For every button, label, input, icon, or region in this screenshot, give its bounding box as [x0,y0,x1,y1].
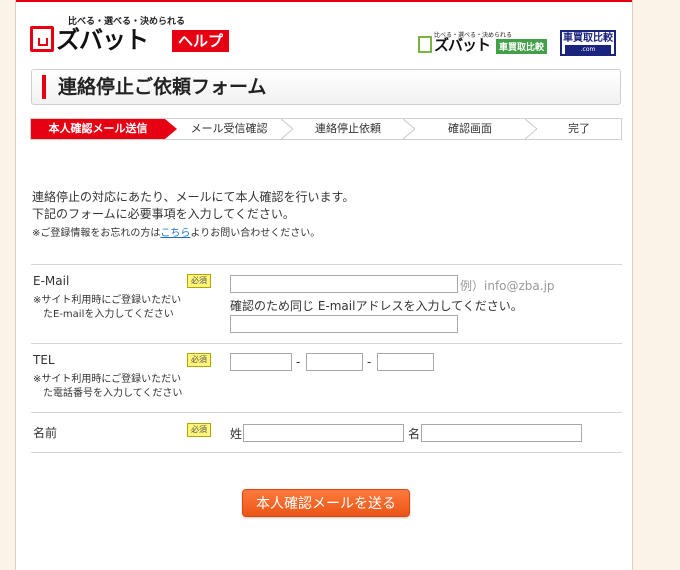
email-confirm-input[interactable] [230,315,458,333]
tel-input-2[interactable] [306,353,363,371]
tel-separator: - [296,355,301,369]
form-divider [31,452,622,453]
page-title-box: 連絡停止ご依頼フォーム [31,69,621,105]
logo-brand: ズバット [56,26,149,54]
step-arrow-icon [403,119,415,139]
tel-label: TEL [33,353,55,367]
intro-note-after: よりお問い合わせください。 [190,228,321,239]
zubat-car-logo[interactable]: 比べる・選べる・決められる ズバット 車買取比較 [418,30,552,56]
mei-input[interactable] [421,424,582,442]
name-label: 名前 [33,426,58,440]
step-arrow-icon [525,119,537,139]
form-divider [31,343,622,344]
send-verification-button[interactable]: 本人確認メールを送る [242,489,410,517]
intro-note: ※ご登録情報をお忘れの方はこちらよりお問い合わせください。 [32,224,320,239]
car-kaitori-logo[interactable]: 車買取比較 .com [560,30,616,56]
mei-label: 名 [408,427,421,441]
logo-mark-icon [30,26,54,52]
step-stop-request: 連絡停止依頼 [315,122,381,135]
form-divider [31,264,622,265]
step-complete: 完了 [568,122,590,135]
required-badge: 必須 [187,423,211,437]
step-arrow-active-icon [165,119,177,139]
tel-note-2: た電話番号を入力してください [43,388,183,399]
step-arrow-icon [281,119,293,139]
form-divider [31,412,622,413]
intro-note-before: ※ご登録情報をお忘れの方は [32,228,161,239]
email-label: E-Mail [33,274,70,288]
step-receive-mail: メール受信確認 [190,122,268,135]
required-badge: 必須 [187,274,211,288]
contact-link[interactable]: こちら [160,228,190,239]
page-title: 連絡停止ご依頼フォーム [58,76,267,98]
help-badge: ヘルプ [172,30,230,52]
email-note-2: たE-mailを入力してください [43,309,174,320]
partner-mark-icon [418,36,432,53]
sei-input[interactable] [243,424,404,442]
email-input[interactable] [230,275,458,293]
car-kaitori-sub: .com [565,45,611,54]
email-example: 例）info@zba.jp [460,279,555,293]
partner-brand: ズバット [434,36,491,54]
page-container: 比べる・選べる・決められる ズバット ヘルプ 比べる・選べる・決められる ズバッ… [15,0,633,570]
tel-input-3[interactable] [377,353,434,371]
tel-separator: - [367,355,372,369]
email-confirm-instruction: 確認のため同じ E-mailアドレスを入力してください。 [230,299,523,313]
required-badge: 必須 [187,353,211,367]
step-confirm: 確認画面 [448,122,492,135]
progress-steps: 本人確認メール送信 メール受信確認 連絡停止依頼 確認画面 完了 [30,118,622,140]
car-kaitori-name: 車買取比較 [563,33,613,44]
intro-line-1: 連絡停止の対応にあたり、メールにて本人確認を行います。 [32,190,355,204]
tel-input-1[interactable] [230,353,292,371]
zubat-help-logo[interactable]: 比べる・選べる・決められる ズバット ヘルプ [30,14,250,58]
tel-note-1: ※サイト利用時にご登録いただい [33,374,182,385]
sei-label: 姓 [230,427,243,441]
email-note-1: ※サイト利用時にご登録いただい [33,295,182,306]
step-send-verification: 本人確認メール送信 [31,119,165,139]
title-accent-bar [42,75,46,99]
intro-line-2: 下記のフォームに必要事項を入力してください。 [32,207,295,221]
top-accent-line [16,0,632,2]
partner-badge: 車買取比較 [496,39,548,54]
